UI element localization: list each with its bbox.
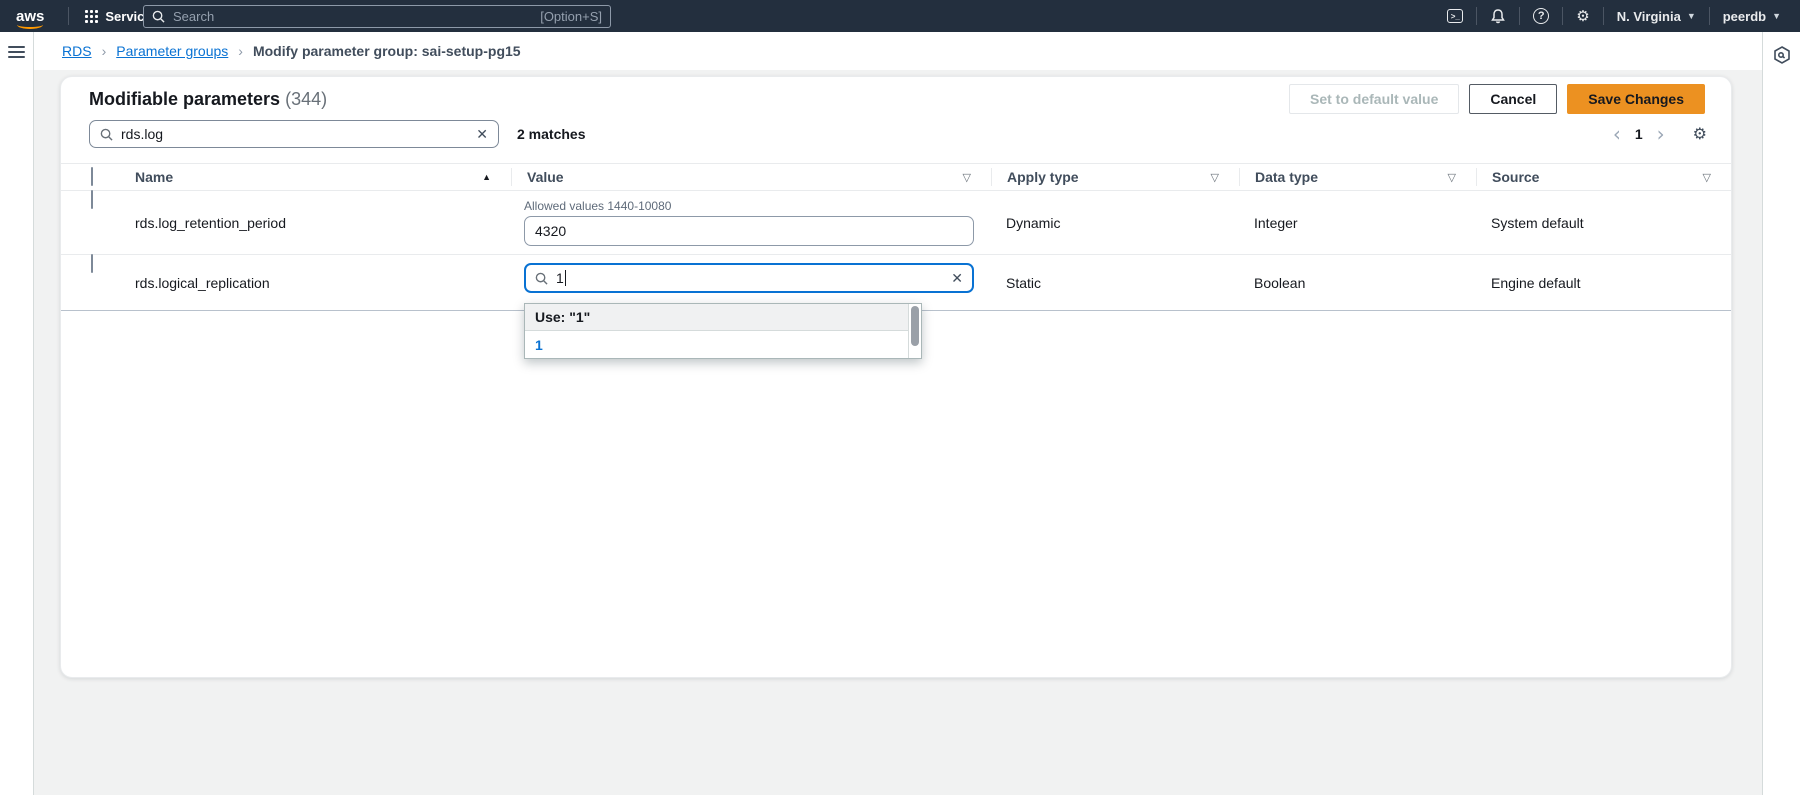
rds-modify-parameter-group-page: aws Services [Option+S] >_ <box>0 0 1800 795</box>
clear-filter-icon[interactable]: ✕ <box>476 127 488 141</box>
gear-icon: ⚙ <box>1693 124 1707 143</box>
table-row: rds.logical_replication 1 <box>61 255 1731 311</box>
parameter-filter-input[interactable] <box>121 126 468 142</box>
gear-icon: ⚙ <box>1576 7 1589 25</box>
parameters-table: Name ▲ Value ▽ Apply type ▽ Data type ▽ … <box>61 163 1731 311</box>
next-page-button[interactable]: › <box>1657 124 1665 144</box>
source-cell: Engine default <box>1476 255 1731 310</box>
table-preferences-button[interactable]: ⚙ <box>1693 124 1707 144</box>
allowed-values-hint: Allowed values 1440-10080 <box>524 191 974 213</box>
column-header-name[interactable]: Name ▲ <box>117 168 511 186</box>
combobox-value: 1 <box>556 270 564 286</box>
breadcrumb-parameter-groups-link[interactable]: Parameter groups <box>116 43 228 59</box>
account-label: peerdb <box>1723 9 1766 24</box>
previous-page-button[interactable]: ‹ <box>1613 124 1621 144</box>
text-caret <box>565 270 566 286</box>
region-selector[interactable]: N. Virginia ▼ <box>1604 0 1709 32</box>
column-label: Apply type <box>1007 169 1079 185</box>
settings-button[interactable]: ⚙ <box>1563 0 1602 32</box>
match-count: 2 matches <box>517 126 585 142</box>
pagination: ‹ 1 › ⚙ <box>1613 124 1707 144</box>
column-header-value[interactable]: Value ▽ <box>511 168 991 186</box>
bell-icon <box>1490 8 1506 25</box>
search-icon <box>535 272 548 285</box>
breadcrumb-rds-link[interactable]: RDS <box>62 43 92 59</box>
global-search-input[interactable] <box>173 9 532 24</box>
table-row: rds.log_retention_period Allowed values … <box>61 191 1731 255</box>
chevron-right-icon: › <box>102 43 107 59</box>
notifications-button[interactable] <box>1477 0 1519 32</box>
account-menu[interactable]: peerdb ▼ <box>1710 0 1794 32</box>
dropdown-option-use-custom[interactable]: Use: "1" <box>525 304 910 331</box>
cancel-button[interactable]: Cancel <box>1469 84 1557 114</box>
region-label: N. Virginia <box>1617 9 1681 24</box>
column-label: Source <box>1492 169 1539 185</box>
left-navigation-rail <box>0 32 34 795</box>
breadcrumb-current-page: Modify parameter group: sai-setup-pg15 <box>253 43 521 59</box>
help-icon: ? <box>1533 8 1549 24</box>
search-shortcut-hint: [Option+S] <box>540 9 602 24</box>
filter-dropdown-icon[interactable]: ▽ <box>963 171 971 184</box>
column-header-data-type[interactable]: Data type ▽ <box>1239 168 1476 186</box>
right-tools-rail <box>1762 32 1800 795</box>
dropdown-option-1[interactable]: 1 <box>525 331 910 358</box>
column-header-source[interactable]: Source ▽ <box>1476 168 1731 186</box>
aws-logo[interactable]: aws <box>16 9 44 24</box>
parameter-value-input[interactable] <box>524 216 974 246</box>
filter-row: ✕ 2 matches ‹ 1 › ⚙ <box>89 119 1707 149</box>
hexagon-resource-icon <box>1772 45 1792 65</box>
divider <box>68 7 69 25</box>
breadcrumb: RDS › Parameter groups › Modify paramete… <box>34 32 1762 70</box>
search-icon <box>152 10 165 23</box>
parameter-name: rds.logical_replication <box>117 255 511 310</box>
cloudshell-icon: >_ <box>1447 9 1463 23</box>
table-header-row: Name ▲ Value ▽ Apply type ▽ Data type ▽ … <box>61 163 1731 191</box>
filter-dropdown-icon[interactable]: ▽ <box>1448 171 1456 184</box>
column-label: Value <box>527 169 564 185</box>
filter-dropdown-icon[interactable]: ▽ <box>1211 171 1219 184</box>
column-label: Data type <box>1255 169 1318 185</box>
chevron-down-icon: ▼ <box>1687 11 1696 21</box>
set-to-default-button[interactable]: Set to default value <box>1289 84 1459 114</box>
apply-type-cell: Static <box>991 255 1239 310</box>
parameter-count: (344) <box>285 89 327 109</box>
filter-dropdown-icon[interactable]: ▽ <box>1703 171 1711 184</box>
source-cell: System default <box>1476 191 1731 254</box>
aws-logo-text: aws <box>16 8 44 25</box>
row-checkbox[interactable] <box>91 190 93 209</box>
sort-ascending-icon: ▲ <box>482 172 491 182</box>
save-changes-button[interactable]: Save Changes <box>1567 84 1705 114</box>
panel-header: Modifiable parameters (344) Set to defau… <box>89 81 1705 117</box>
modifiable-parameters-panel: Modifiable parameters (344) Set to defau… <box>60 76 1732 678</box>
chevron-down-icon: ▼ <box>1772 11 1781 21</box>
global-search-box[interactable]: [Option+S] <box>143 5 611 28</box>
top-navigation-bar: aws Services [Option+S] >_ <box>0 0 1800 32</box>
value-suggestions-dropdown: Use: "1" 1 <box>524 303 922 359</box>
parameter-name: rds.log_retention_period <box>117 191 511 254</box>
scrollbar-thumb[interactable] <box>911 306 919 346</box>
help-button[interactable]: ? <box>1520 0 1562 32</box>
column-label: Name <box>135 169 173 185</box>
data-type-cell: Boolean <box>1239 255 1476 310</box>
apply-type-cell: Dynamic <box>991 191 1239 254</box>
aws-smile <box>17 23 43 29</box>
parameter-value-combobox[interactable]: 1 ✕ <box>524 263 974 293</box>
select-all-checkbox[interactable] <box>91 167 93 186</box>
column-header-apply-type[interactable]: Apply type ▽ <box>991 168 1239 186</box>
cloudshell-button[interactable]: >_ <box>1434 0 1476 32</box>
parameter-filter-box[interactable]: ✕ <box>89 120 499 148</box>
data-type-cell: Integer <box>1239 191 1476 254</box>
chevron-right-icon: › <box>238 43 243 59</box>
page-title: Modifiable parameters (344) <box>89 89 327 110</box>
row-checkbox[interactable] <box>91 254 93 273</box>
search-icon <box>100 128 113 141</box>
side-panel-toggle-button[interactable] <box>1771 44 1793 66</box>
services-grid-icon <box>85 10 98 23</box>
title-text: Modifiable parameters <box>89 89 280 109</box>
page-number[interactable]: 1 <box>1635 126 1643 142</box>
clear-value-icon[interactable]: ✕ <box>951 271 963 285</box>
dropdown-scrollbar[interactable] <box>908 304 921 358</box>
open-menu-button[interactable] <box>8 46 25 58</box>
